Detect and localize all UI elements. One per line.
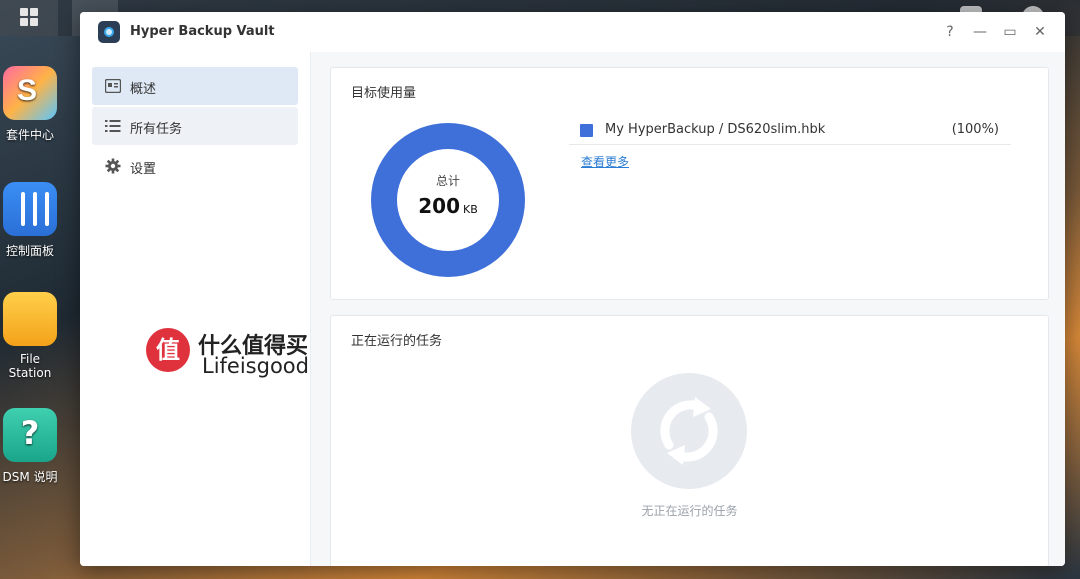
desktop-icon-control-panel[interactable]: 控制面板 [0, 182, 60, 259]
help-icon: ? [3, 408, 57, 462]
desktop-icon-label: File Station [8, 352, 52, 380]
corner-watermark: 值 什么值得买 [910, 544, 1049, 569]
main-menu-button[interactable] [0, 0, 58, 36]
usage-legend-row: My HyperBackup / DS620slim.hbk (100%) [569, 116, 1011, 145]
desktop-icon-file-station[interactable]: File Station [0, 292, 60, 380]
donut-total-value: 200 KB [371, 194, 525, 218]
desktop-icon-dsm-help[interactable]: ? DSM 说明 [0, 408, 60, 485]
close-button[interactable]: ✕ [1030, 22, 1050, 42]
sidebar-item-all-tasks[interactable]: 所有任务 [92, 107, 298, 145]
window-titlebar[interactable]: Hyper Backup Vault ? — ▭ ✕ [80, 12, 1065, 53]
list-icon [105, 120, 121, 132]
watermark-badge: 值 [146, 328, 190, 372]
sidebar-item-label: 所有任务 [130, 122, 183, 137]
grid-icon [20, 8, 38, 26]
sidebar-item-settings[interactable]: 设置 [92, 147, 298, 185]
gear-icon [105, 158, 121, 174]
minimize-button[interactable]: — [970, 22, 990, 42]
target-usage-card: 目标使用量 总计 200 KB My HyperBackup / DS620sli… [330, 67, 1049, 300]
legend-swatch [580, 124, 593, 137]
watermark-line2: Lifeisgood [202, 354, 309, 378]
main-content: 目标使用量 总计 200 KB My HyperBackup / DS620sli… [311, 52, 1065, 566]
hyper-backup-vault-icon [98, 21, 120, 43]
desktop-icon-package-center[interactable]: S 套件中心 [0, 66, 60, 143]
hyper-backup-vault-window: Hyper Backup Vault ? — ▭ ✕ 概述 所有任务 设置 目标… [80, 12, 1065, 566]
view-more-link[interactable]: 查看更多 [581, 153, 629, 170]
sidebar-item-label: 设置 [130, 162, 157, 177]
desktop-icon-label: DSM 说明 [2, 470, 58, 484]
sync-icon [631, 373, 747, 489]
legend-name: My HyperBackup / DS620slim.hbk [605, 122, 826, 137]
package-center-icon: S [3, 66, 57, 120]
legend-percent: (100%) [951, 122, 999, 137]
overview-icon [105, 79, 121, 93]
running-tasks-card: 正在运行的任务 无正在运行的任务 [330, 315, 1049, 566]
donut-total-caption: 总计 [435, 174, 460, 188]
card-title: 正在运行的任务 [351, 334, 443, 349]
maximize-button[interactable]: ▭ [1000, 22, 1020, 42]
desktop-icon-label: 控制面板 [5, 244, 54, 258]
card-title: 目标使用量 [351, 86, 417, 101]
sidebar-item-label: 概述 [130, 82, 157, 97]
window-title: Hyper Backup Vault [130, 24, 275, 39]
sidebar: 概述 所有任务 设置 [80, 52, 311, 566]
folder-icon [3, 292, 57, 346]
sidebar-item-overview[interactable]: 概述 [92, 67, 298, 105]
total-value: 200 [418, 194, 460, 218]
control-panel-icon [3, 182, 57, 236]
desktop-icon-label: 套件中心 [5, 128, 54, 142]
empty-state-text: 无正在运行的任务 [641, 504, 738, 518]
total-unit: KB [462, 203, 478, 216]
help-button[interactable]: ? [940, 22, 960, 42]
